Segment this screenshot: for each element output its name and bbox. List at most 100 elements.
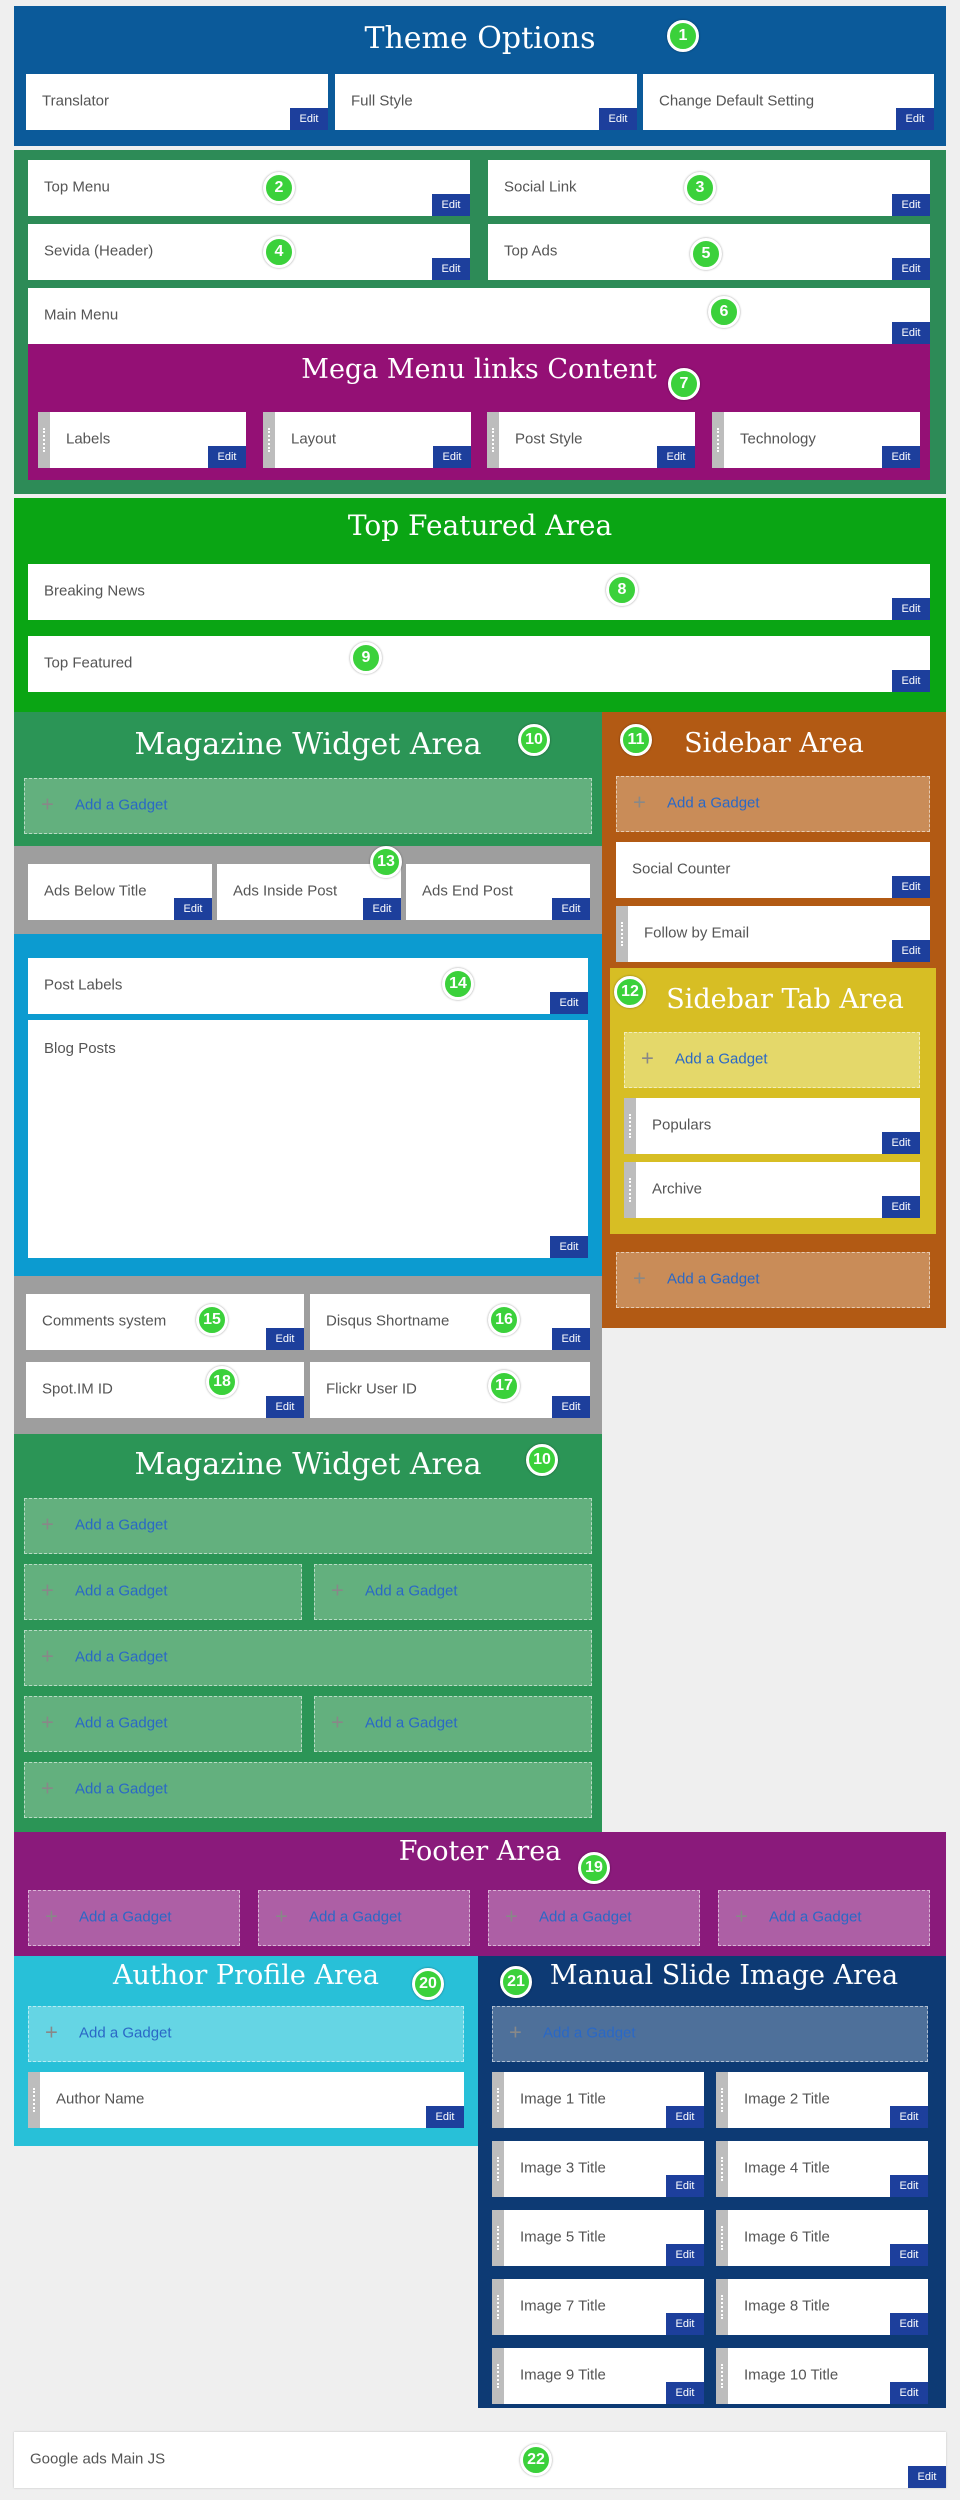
edit-button[interactable]: Edit	[550, 1236, 588, 1258]
edit-button[interactable]: Edit	[599, 108, 637, 130]
widget-social-counter[interactable]: Social Counter Edit	[616, 842, 930, 898]
widget-full-style[interactable]: Full Style Edit	[335, 74, 637, 130]
add-gadget-button[interactable]: + Add a Gadget	[28, 1890, 240, 1946]
widget-flickr-user-id[interactable]: Flickr User ID Edit	[310, 1362, 590, 1418]
widget-sevida-header[interactable]: Sevida (Header) Edit	[28, 224, 470, 280]
widget-blog-posts[interactable]: Blog Posts Edit	[28, 1020, 588, 1258]
widget-image-6[interactable]: Image 6 Title Edit	[716, 2210, 928, 2266]
edit-button[interactable]: Edit	[552, 1396, 590, 1418]
edit-button[interactable]: Edit	[208, 446, 246, 468]
widget-ads-below-title[interactable]: Ads Below Title Edit	[28, 864, 212, 920]
widget-breaking-news[interactable]: Breaking News Edit	[28, 564, 930, 620]
edit-button[interactable]: Edit	[552, 898, 590, 920]
widget-ads-end-post[interactable]: Ads End Post Edit	[406, 864, 590, 920]
edit-button[interactable]: Edit	[657, 446, 695, 468]
widget-image-3[interactable]: Image 3 Title Edit	[492, 2141, 704, 2197]
badge-7: 7	[668, 368, 700, 400]
widget-image-1[interactable]: Image 1 Title Edit	[492, 2072, 704, 2128]
edit-button[interactable]: Edit	[892, 194, 930, 216]
widget-label: Top Ads	[504, 242, 558, 260]
edit-button[interactable]: Edit	[892, 940, 930, 962]
edit-button[interactable]: Edit	[426, 2106, 464, 2128]
add-gadget-button[interactable]: + Add a Gadget	[24, 778, 592, 834]
edit-button[interactable]: Edit	[892, 876, 930, 898]
widget-post-style[interactable]: Post Style Edit	[487, 412, 695, 468]
widget-spotim-id[interactable]: Spot.IM ID Edit	[26, 1362, 304, 1418]
add-gadget-button[interactable]: + Add a Gadget	[24, 1696, 302, 1752]
widget-image-7[interactable]: Image 7 Title Edit	[492, 2279, 704, 2335]
widget-populars[interactable]: Populars Edit	[624, 1098, 920, 1154]
edit-button[interactable]: Edit	[290, 108, 328, 130]
widget-image-10[interactable]: Image 10 Title Edit	[716, 2348, 928, 2404]
add-gadget-button[interactable]: + Add a Gadget	[24, 1564, 302, 1620]
edit-button[interactable]: Edit	[892, 258, 930, 280]
edit-button[interactable]: Edit	[890, 2175, 928, 2197]
add-gadget-button[interactable]: + Add a Gadget	[28, 2006, 464, 2062]
add-gadget-button[interactable]: + Add a Gadget	[314, 1696, 592, 1752]
edit-button[interactable]: Edit	[550, 992, 588, 1014]
add-gadget-button[interactable]: + Add a Gadget	[24, 1498, 592, 1554]
widget-change-default-setting[interactable]: Change Default Setting Edit	[643, 74, 934, 130]
widget-image-8[interactable]: Image 8 Title Edit	[716, 2279, 928, 2335]
widget-comments-system[interactable]: Comments system Edit	[26, 1294, 304, 1350]
edit-button[interactable]: Edit	[908, 2466, 946, 2488]
edit-button[interactable]: Edit	[882, 1132, 920, 1154]
edit-button[interactable]: Edit	[433, 446, 471, 468]
edit-button[interactable]: Edit	[892, 322, 930, 344]
edit-button[interactable]: Edit	[890, 2244, 928, 2266]
badge-19: 19	[578, 1852, 610, 1884]
widget-image-4[interactable]: Image 4 Title Edit	[716, 2141, 928, 2197]
widget-follow-by-email[interactable]: Follow by Email Edit	[616, 906, 930, 962]
badge-8: 8	[606, 574, 638, 606]
edit-button[interactable]: Edit	[892, 670, 930, 692]
add-gadget-button[interactable]: + Add a Gadget	[718, 1890, 930, 1946]
edit-button[interactable]: Edit	[666, 2313, 704, 2335]
edit-button[interactable]: Edit	[890, 2313, 928, 2335]
add-gadget-button[interactable]: + Add a Gadget	[24, 1762, 592, 1818]
plus-icon: +	[633, 1265, 646, 1291]
edit-button[interactable]: Edit	[666, 2106, 704, 2128]
add-gadget-button[interactable]: + Add a Gadget	[258, 1890, 470, 1946]
widget-image-9[interactable]: Image 9 Title Edit	[492, 2348, 704, 2404]
add-gadget-button[interactable]: + Add a Gadget	[488, 1890, 700, 1946]
widget-translator[interactable]: Translator Edit	[26, 74, 328, 130]
add-gadget-button[interactable]: + Add a Gadget	[314, 1564, 592, 1620]
edit-button[interactable]: Edit	[666, 2382, 704, 2404]
widget-main-menu[interactable]: Main Menu Edit	[28, 288, 930, 344]
widget-archive[interactable]: Archive Edit	[624, 1162, 920, 1218]
edit-button[interactable]: Edit	[552, 1328, 590, 1350]
widget-author-name[interactable]: Author Name Edit	[28, 2072, 464, 2128]
widget-top-menu[interactable]: Top Menu Edit	[28, 160, 470, 216]
edit-button[interactable]: Edit	[890, 2382, 928, 2404]
widget-image-5[interactable]: Image 5 Title Edit	[492, 2210, 704, 2266]
widget-google-ads-main-js[interactable]: Google ads Main JS Edit	[14, 2432, 946, 2488]
add-gadget-label: Add a Gadget	[365, 1714, 458, 1732]
widget-layout[interactable]: Layout Edit	[263, 412, 471, 468]
edit-button[interactable]: Edit	[890, 2106, 928, 2128]
edit-button[interactable]: Edit	[266, 1328, 304, 1350]
edit-button[interactable]: Edit	[892, 598, 930, 620]
edit-button[interactable]: Edit	[266, 1396, 304, 1418]
widget-top-featured[interactable]: Top Featured Edit	[28, 636, 930, 692]
add-gadget-button[interactable]: + Add a Gadget	[492, 2006, 928, 2062]
add-gadget-button[interactable]: + Add a Gadget	[616, 1252, 930, 1308]
widget-post-labels[interactable]: Post Labels Edit	[28, 958, 588, 1014]
add-gadget-button[interactable]: + Add a Gadget	[24, 1630, 592, 1686]
edit-button[interactable]: Edit	[666, 2244, 704, 2266]
edit-button[interactable]: Edit	[432, 194, 470, 216]
widget-technology[interactable]: Technology Edit	[712, 412, 920, 468]
edit-button[interactable]: Edit	[882, 1196, 920, 1218]
add-gadget-button[interactable]: + Add a Gadget	[616, 776, 930, 832]
edit-button[interactable]: Edit	[174, 898, 212, 920]
add-gadget-button[interactable]: + Add a Gadget	[624, 1032, 920, 1088]
theme-options-section: Theme Options 1 Translator Edit Full Styl…	[14, 6, 946, 146]
widget-disqus-shortname[interactable]: Disqus Shortname Edit	[310, 1294, 590, 1350]
edit-button[interactable]: Edit	[882, 446, 920, 468]
edit-button[interactable]: Edit	[363, 898, 401, 920]
edit-button[interactable]: Edit	[432, 258, 470, 280]
edit-button[interactable]: Edit	[666, 2175, 704, 2197]
widget-image-2[interactable]: Image 2 Title Edit	[716, 2072, 928, 2128]
plus-icon: +	[275, 1903, 288, 1929]
edit-button[interactable]: Edit	[896, 108, 934, 130]
widget-labels[interactable]: Labels Edit	[38, 412, 246, 468]
